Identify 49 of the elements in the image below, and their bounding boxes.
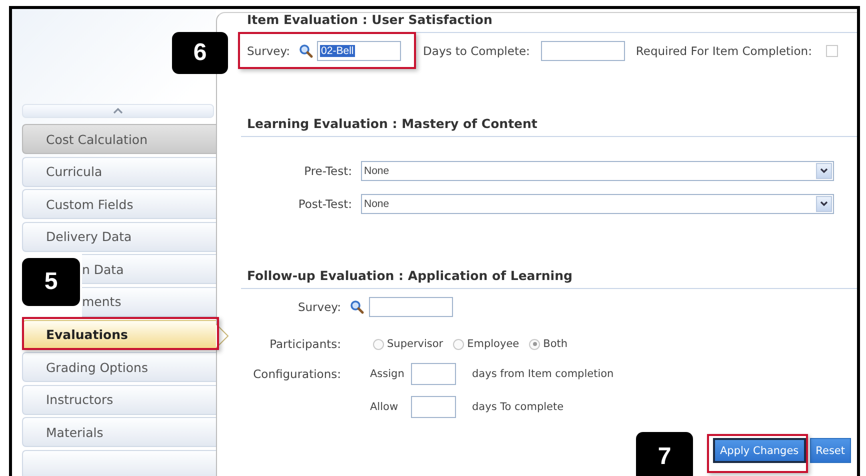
radio-option[interactable]: Both (529, 338, 568, 350)
sidebar-item[interactable]: ments (82, 286, 216, 317)
field-label: Post-Test: (297, 197, 352, 211)
section-title: Learning Evaluation : Mastery of Content (241, 117, 857, 137)
field-label: Assign (370, 368, 406, 380)
section-title: Follow-up Evaluation : Application of Learning (241, 269, 857, 289)
field-label: Allow (370, 401, 400, 413)
days-field[interactable] (540, 41, 625, 61)
field-label: days To complete (472, 401, 564, 413)
dropdown-button[interactable] (816, 163, 832, 179)
checkbox[interactable] (826, 45, 838, 57)
apply-button[interactable]: Apply Changes (713, 438, 806, 463)
sidebar-item[interactable]: Delivery Data (22, 222, 216, 252)
chevron-up-icon (113, 108, 123, 114)
field-label: Configurations: (252, 366, 341, 383)
radio-option[interactable]: Employee (453, 338, 520, 350)
sidebar-item[interactable] (22, 450, 216, 476)
sidebar-item[interactable]: Custom Fields (22, 189, 216, 220)
field-label: Days to Complete: (423, 44, 530, 58)
chevron-down-icon (820, 168, 828, 174)
radio-option[interactable]: Supervisor (373, 338, 444, 350)
sidebar-item[interactable]: Instructors (22, 384, 216, 415)
sidebar-item[interactable]: n Data (82, 254, 216, 284)
select-field[interactable]: None (361, 194, 834, 214)
reset-button[interactable]: Reset (810, 438, 851, 463)
select-field[interactable]: None (361, 161, 834, 181)
sidebar-item[interactable]: Cost Calculation (22, 124, 216, 154)
chevron-down-icon (820, 201, 828, 207)
field-label: Participants: (268, 336, 341, 353)
search-icon[interactable] (299, 44, 314, 58)
survey-field[interactable]: 02-Bell (317, 41, 402, 61)
dropdown-button[interactable] (816, 196, 832, 212)
scroll-up-button[interactable] (22, 104, 214, 118)
field-label: Required For Item Completion: (636, 44, 812, 58)
sidebar-item[interactable]: Curricula (22, 156, 216, 187)
days-field[interactable] (411, 396, 456, 418)
step-badge: 5 (22, 258, 80, 306)
sidebar-item[interactable]: Materials (22, 417, 216, 448)
field-label: Pre-Test: (303, 164, 352, 178)
field-label: days from Item completion (472, 368, 614, 380)
days-field[interactable] (411, 363, 456, 385)
search-icon[interactable] (350, 300, 364, 314)
step-badge: 6 (172, 32, 228, 74)
field-label: Survey: (296, 299, 341, 316)
survey-field[interactable] (369, 297, 453, 317)
section-title: Item Evaluation : User Satisfaction (241, 13, 857, 33)
sidebar-item[interactable]: Grading Options (22, 352, 216, 382)
field-label: Survey: (247, 44, 290, 58)
step-badge: 7 (636, 432, 693, 476)
